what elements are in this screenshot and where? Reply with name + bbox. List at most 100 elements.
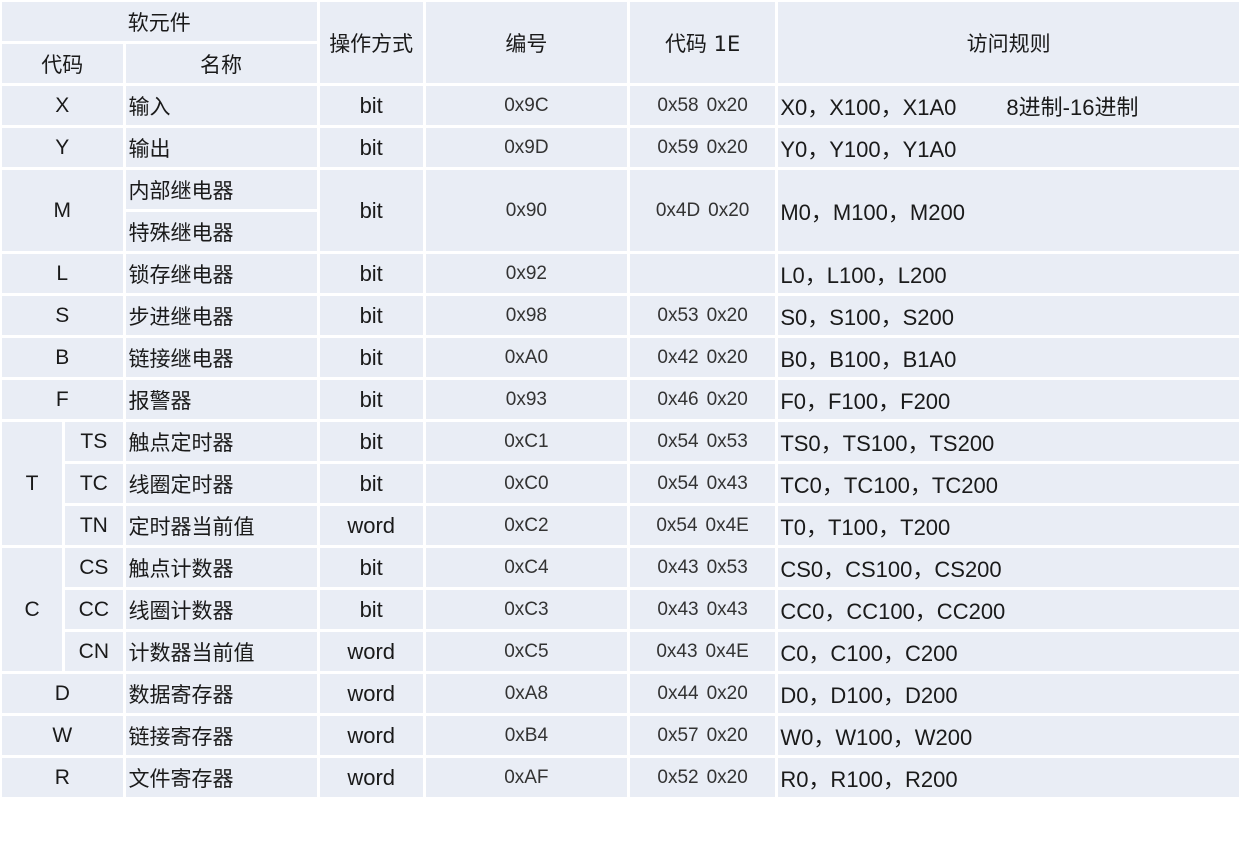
code-1e-byte-1: 0x42 [657, 346, 699, 368]
code-1e: 0x42 0x20 [629, 338, 776, 377]
operation-mode: word [319, 758, 423, 797]
table-row: W 链接寄存器 word 0xB4 0x57 0x20 W0，W100，W200 [2, 716, 1239, 755]
device-name: 线圈定时器 [125, 464, 317, 503]
device-name: 链接寄存器 [125, 716, 317, 755]
device-name: 锁存继电器 [125, 254, 317, 293]
operation-mode: bit [319, 296, 423, 335]
access-rule: D0，D100，D200 [778, 674, 1239, 713]
device-number: 0xA0 [425, 338, 627, 377]
code-1e [629, 254, 776, 293]
device-name: 步进继电器 [125, 296, 317, 335]
code-1e-byte-2: 0x53 [706, 556, 748, 578]
device-number: 0x9D [425, 128, 627, 167]
device-name: 触点计数器 [125, 548, 317, 587]
table-row: F 报警器 bit 0x93 0x46 0x20 F0，F100，F200 [2, 380, 1239, 419]
code-1e-byte-1: 0x54 [657, 430, 699, 452]
device-name: 数据寄存器 [125, 674, 317, 713]
code-1e: 0x4D 0x20 [629, 170, 776, 251]
device-name: 文件寄存器 [125, 758, 317, 797]
code-1e-byte-1: 0x53 [657, 304, 699, 326]
operation-mode: bit [319, 380, 423, 419]
code-1e-byte-2: 0x20 [706, 136, 748, 158]
code-1e-byte-2: 0x20 [706, 94, 748, 116]
header-soft-element: 软元件 [2, 2, 317, 41]
device-number: 0x92 [425, 254, 627, 293]
header-operation: 操作方式 [319, 2, 423, 83]
device-group-code: T [2, 422, 63, 545]
device-code-table: 软元件 操作方式 编号 代码 1E 访问规则 代码 名称 X 输入 bit 0x… [0, 0, 1242, 800]
access-rule: X0，X100，X1A0 8进制-16进制 [778, 86, 1239, 125]
code-1e-byte-2: 0x20 [706, 724, 748, 746]
device-code: TS [65, 422, 123, 461]
device-name: 输出 [125, 128, 317, 167]
code-1e: 0x57 0x20 [629, 716, 776, 755]
code-1e: 0x43 0x4E [629, 632, 776, 671]
device-name: 输入 [125, 86, 317, 125]
code-1e-byte-1: 0x57 [657, 724, 699, 746]
code-1e-byte-1: 0x59 [657, 136, 699, 158]
device-number: 0x98 [425, 296, 627, 335]
code-1e-byte-2: 0x20 [706, 304, 748, 326]
table-row: TN 定时器当前值 word 0xC2 0x54 0x4E T0，T100，T20… [2, 506, 1239, 545]
code-1e-byte-1: 0x52 [657, 766, 699, 788]
access-rule: M0，M100，M200 [778, 170, 1239, 251]
access-rule: CS0，CS100，CS200 [778, 548, 1239, 587]
device-code: CN [65, 632, 123, 671]
code-1e-byte-1: 0x46 [657, 388, 699, 410]
device-number: 0xC5 [425, 632, 627, 671]
operation-mode: bit [319, 590, 423, 629]
code-1e-byte-2: 0x4E [705, 514, 749, 536]
device-code: CS [65, 548, 123, 587]
header-code: 代码 [2, 44, 123, 83]
device-group-code: C [2, 548, 63, 671]
code-1e: 0x43 0x43 [629, 590, 776, 629]
code-1e-byte-1: 0x4D [655, 199, 701, 221]
access-rule: L0，L100，L200 [778, 254, 1239, 293]
device-code: TC [65, 464, 123, 503]
code-1e: 0x59 0x20 [629, 128, 776, 167]
device-code: M [2, 170, 123, 251]
code-1e-byte-2: 0x43 [706, 598, 748, 620]
device-code: F [2, 380, 123, 419]
device-number: 0xC2 [425, 506, 627, 545]
operation-mode: word [319, 716, 423, 755]
device-number: 0xB4 [425, 716, 627, 755]
device-code: W [2, 716, 123, 755]
code-1e-byte-1: 0x43 [657, 556, 699, 578]
operation-mode: bit [319, 548, 423, 587]
code-1e-byte-1: 0x44 [657, 682, 699, 704]
header-number: 编号 [425, 2, 627, 83]
table-row: R 文件寄存器 word 0xAF 0x52 0x20 R0，R100，R200 [2, 758, 1239, 797]
code-1e: 0x43 0x53 [629, 548, 776, 587]
table-row: M 内部继电器 bit 0x90 0x4D 0x20 M0，M100，M200 [2, 170, 1239, 251]
device-name: 定时器当前值 [125, 506, 317, 545]
code-1e: 0x54 0x53 [629, 422, 776, 461]
device-name: 内部继电器 [125, 170, 317, 209]
device-code: S [2, 296, 123, 335]
access-rule: CC0，CC100，CC200 [778, 590, 1239, 629]
table-row: B 链接继电器 bit 0xA0 0x42 0x20 B0，B100，B1A0 [2, 338, 1239, 377]
base-note: 8进制-16进制 [1006, 94, 1139, 120]
table-row: X 输入 bit 0x9C 0x58 0x20 X0，X100，X1A0 8进制-1… [2, 86, 1239, 125]
device-code: CC [65, 590, 123, 629]
operation-mode: word [319, 674, 423, 713]
device-number: 0xC1 [425, 422, 627, 461]
table-row: C CS 触点计数器 bit 0xC4 0x43 0x53 CS0，CS100，C… [2, 548, 1239, 671]
code-1e: 0x54 0x43 [629, 464, 776, 503]
device-code: D [2, 674, 123, 713]
access-rule: W0，W100，W200 [778, 716, 1239, 755]
device-name: 报警器 [125, 380, 317, 419]
table-row: TC 线圈定时器 bit 0xC0 0x54 0x43 TC0，TC100，TC2… [2, 464, 1239, 503]
access-rule: Y0，Y100，Y1A0 [778, 128, 1239, 167]
header-access-rule: 访问规则 [778, 2, 1239, 83]
device-number: 0x93 [425, 380, 627, 419]
device-code: X [2, 86, 123, 125]
code-1e-byte-2: 0x20 [708, 199, 750, 221]
code-1e-byte-1: 0x43 [657, 598, 699, 620]
device-name: 计数器当前值 [125, 632, 317, 671]
device-code: TN [65, 506, 123, 545]
device-number: 0xC4 [425, 548, 627, 587]
code-1e-byte-2: 0x20 [706, 346, 748, 368]
device-code: R [2, 758, 123, 797]
code-1e-byte-1: 0x54 [656, 514, 698, 536]
